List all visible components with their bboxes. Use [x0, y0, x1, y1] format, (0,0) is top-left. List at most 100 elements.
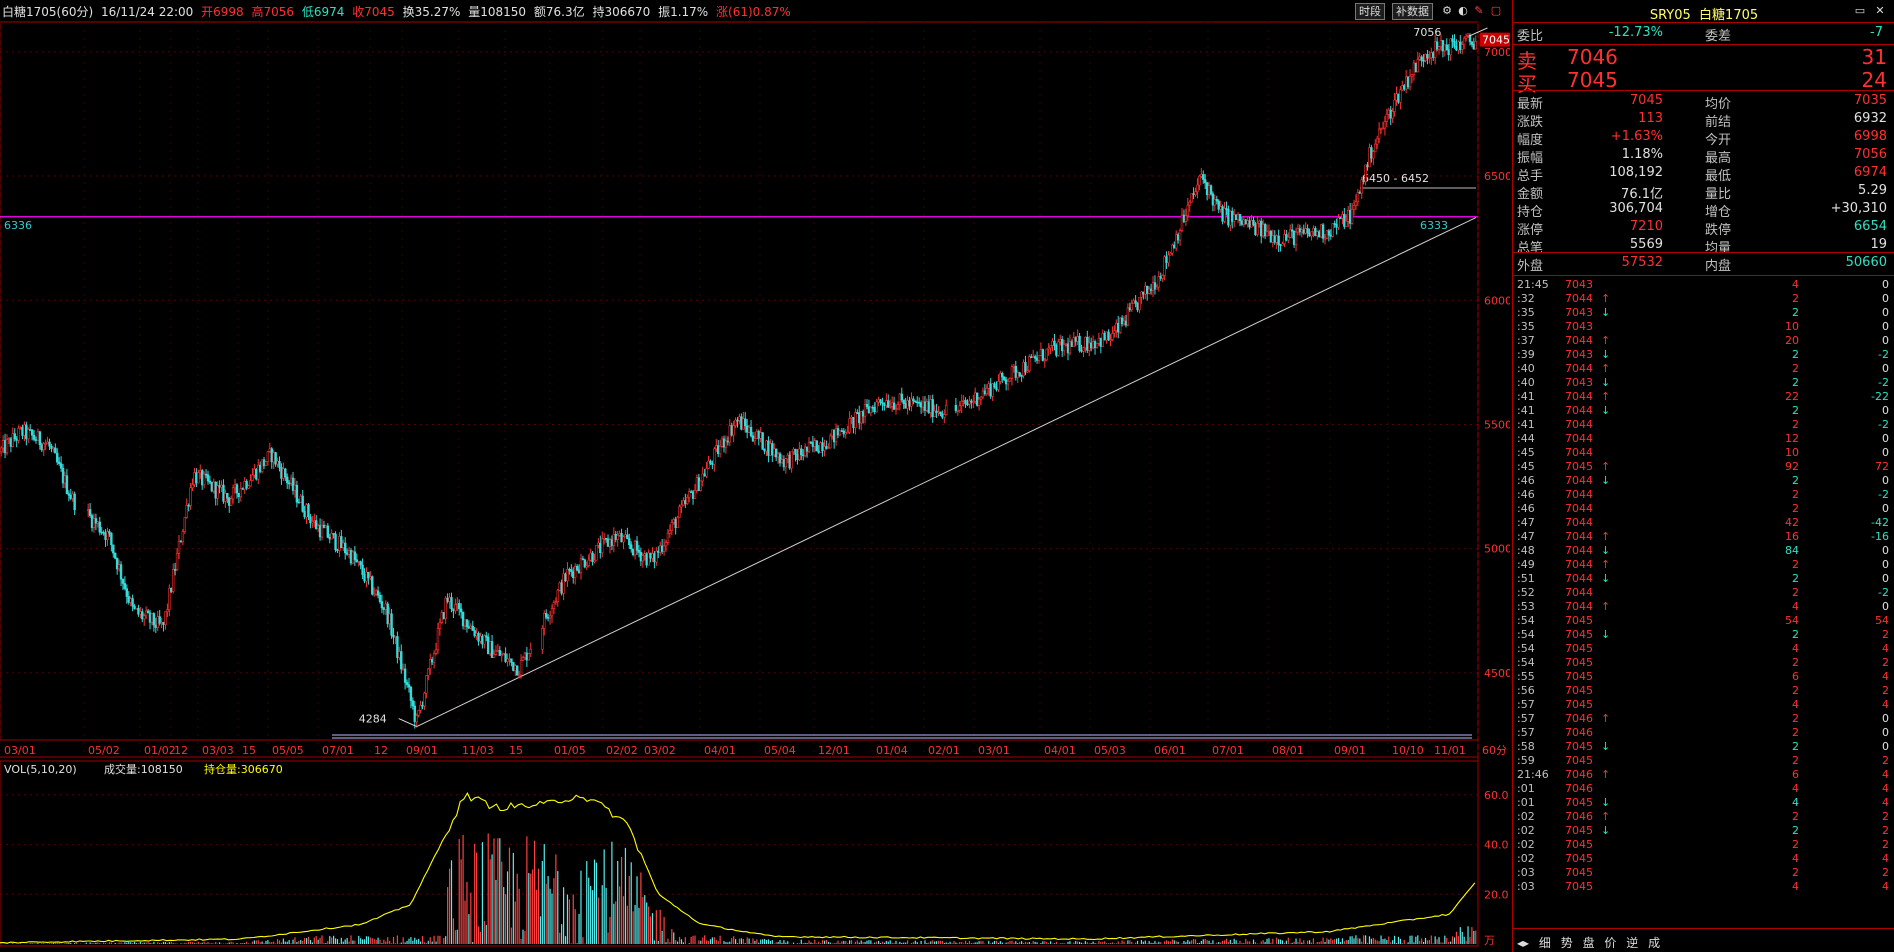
zoom-icon[interactable]: ◐ [1456, 4, 1470, 18]
candle-body [13, 433, 16, 440]
draw-tool-icon[interactable]: ✎ [1472, 4, 1486, 18]
candle-body [937, 411, 940, 414]
candle-body [1391, 111, 1394, 119]
tick-time: :47 [1517, 516, 1535, 529]
candle-body [678, 506, 681, 518]
minimize-icon[interactable]: ▭ [1853, 4, 1867, 18]
candle-body [61, 467, 65, 484]
candle-body [210, 481, 214, 492]
candle-body [251, 474, 254, 481]
tab-trend[interactable]: 势 [1561, 936, 1573, 950]
candle-body [401, 668, 405, 671]
tick-time: :54 [1517, 628, 1535, 641]
tab-price[interactable]: 价 [1604, 936, 1616, 950]
candle-body [1229, 210, 1232, 226]
candle-body [299, 495, 302, 503]
window-icon[interactable]: ▢ [1489, 4, 1503, 18]
tab-reverse[interactable]: 逆 [1626, 936, 1638, 950]
tick-delta: 0 [1882, 432, 1889, 445]
candle-body [409, 686, 413, 702]
candle-body [52, 447, 55, 450]
chart-area[interactable]: 7000 6500 6000 5500 5000 4500 03/01 05/02 01/02 1… [0, 0, 1510, 952]
candle-body [247, 485, 250, 489]
tab-book[interactable]: 盘 [1583, 936, 1595, 950]
candle-body [890, 402, 894, 407]
candle-body [606, 538, 610, 547]
candle-body [979, 396, 983, 400]
candle-body [925, 401, 929, 411]
candle-body [485, 635, 488, 638]
candle-body [863, 404, 867, 417]
candle-body [633, 540, 637, 556]
tick-row: :57 7046 ↑ 2 0 [1513, 712, 1894, 726]
candle-body [320, 524, 324, 538]
tick-row: :41 7044 ↓ 2 0 [1513, 404, 1894, 418]
tick-time: :47 [1517, 530, 1535, 543]
candle-body [1242, 219, 1246, 225]
candle-body [1370, 147, 1373, 159]
candle-body [262, 459, 266, 467]
candle-body [156, 616, 159, 628]
tick-time: :41 [1517, 404, 1535, 417]
tick-volume: 22 [1785, 390, 1799, 403]
tick-row: :01 7046 4 4 [1513, 782, 1894, 796]
candle-body [328, 537, 331, 540]
tick-arrow: ↓ [1601, 348, 1611, 361]
candle-body [888, 406, 892, 408]
candle-body [705, 468, 708, 477]
candle-body [421, 705, 424, 707]
candle-body [253, 468, 256, 476]
tab-detail[interactable]: 细 [1539, 936, 1551, 950]
candle-body [919, 402, 923, 408]
stats-row: 金额 76.1亿 量比 5.29 [1517, 183, 1893, 202]
fill-data-button[interactable]: 补数据 [1392, 3, 1433, 20]
candle-body [892, 402, 896, 410]
candle-body [1095, 343, 1099, 348]
candle-body [374, 590, 378, 595]
candle-body [1260, 220, 1263, 237]
candle-body [1057, 341, 1060, 356]
stat-value: 19 [1870, 237, 1887, 252]
tick-volume: 2 [1792, 628, 1799, 641]
tick-price: 7044 [1565, 586, 1593, 599]
volume-value: 量108150 [468, 5, 527, 19]
vol-axis-label: 20.0 [1484, 888, 1509, 901]
date-axis-label: 01/04 [876, 744, 908, 757]
candle-body [825, 446, 828, 449]
tick-volume: 2 [1792, 726, 1799, 739]
candle-body [585, 565, 588, 568]
candle-body [796, 454, 799, 461]
close-icon[interactable]: ✕ [1873, 4, 1887, 18]
low-value: 低6974 [301, 5, 345, 19]
tick-price: 7044 [1565, 488, 1593, 501]
candle-body [773, 448, 776, 456]
date-axis-label: 05/04 [764, 744, 796, 757]
tick-time: :55 [1517, 670, 1535, 683]
candle-body [1308, 232, 1311, 237]
candle-body [131, 598, 134, 607]
candle-body [1149, 288, 1153, 291]
candle-body [508, 658, 511, 661]
candle-body [834, 428, 838, 443]
kline-chart[interactable]: 70006500600055005000450003/01 05/02 01/021… [0, 0, 1510, 952]
candle-body [15, 438, 18, 441]
candle-body [286, 476, 289, 484]
tick-delta: 0 [1882, 474, 1889, 487]
tab-deal[interactable]: 成 [1648, 936, 1660, 950]
candle-body [1323, 237, 1327, 240]
candle-body [803, 446, 807, 457]
candle-body [514, 665, 517, 671]
candle-body [792, 448, 795, 453]
candle-body [245, 481, 248, 489]
period-button[interactable]: 时段 [1355, 3, 1385, 20]
candle-body [763, 448, 766, 452]
candle-body [1408, 75, 1412, 88]
settings-icon[interactable]: ⚙ [1440, 4, 1454, 18]
candle-body [1258, 220, 1261, 224]
candle-body [786, 454, 789, 460]
candle-body [1147, 288, 1151, 294]
date-axis-label: 12 [174, 744, 188, 757]
tick-volume: 2 [1792, 824, 1799, 837]
tab-prev[interactable]: ◂▸ [1517, 936, 1529, 950]
candle-body [1051, 340, 1054, 346]
